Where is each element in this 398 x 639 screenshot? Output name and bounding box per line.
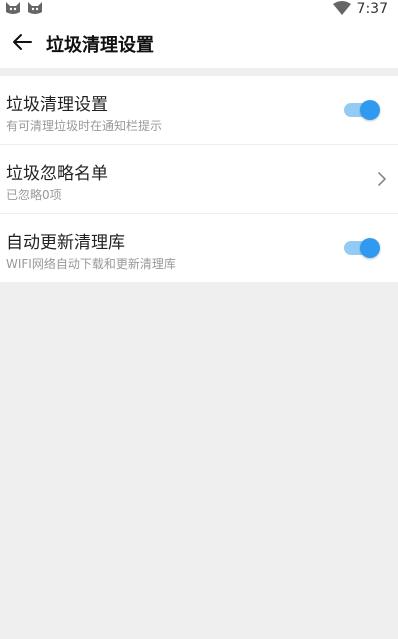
auto-update-toggle[interactable] (344, 238, 380, 258)
section-divider (0, 68, 398, 76)
setting-row-ignore-list[interactable]: 垃圾忽略名单 已忽略0项 (0, 145, 398, 214)
setting-title: 垃圾忽略名单 (6, 164, 108, 184)
status-time: 7:37 (356, 1, 388, 17)
page-title: 垃圾清理设置 (46, 35, 154, 56)
back-button[interactable] (2, 20, 42, 68)
setting-row-junk-clean-notify[interactable]: 垃圾清理设置 有可清理垃圾时在通知栏提示 (0, 76, 398, 145)
cat-notification-icon (4, 0, 22, 20)
settings-list: 垃圾清理设置 有可清理垃圾时在通知栏提示 垃圾忽略名单 已忽略0项 自动更新清理… (0, 76, 398, 282)
setting-subtitle: WIFI网络自动下载和更新清理库 (6, 257, 176, 271)
toggle-thumb (360, 238, 380, 258)
wifi-icon (332, 0, 351, 19)
notify-toggle[interactable] (344, 100, 380, 120)
setting-title: 垃圾清理设置 (6, 95, 108, 115)
status-bar: 7:37 (0, 0, 398, 20)
arrow-left-icon (12, 33, 32, 55)
setting-subtitle: 有可清理垃圾时在通知栏提示 (6, 119, 163, 133)
cat-notification-icon (26, 0, 44, 20)
toggle-thumb (360, 100, 380, 120)
setting-row-auto-update[interactable]: 自动更新清理库 WIFI网络自动下载和更新清理库 (0, 214, 398, 282)
setting-title: 自动更新清理库 (6, 233, 125, 253)
chevron-right-icon (376, 169, 388, 189)
app-bar: 垃圾清理设置 (0, 20, 398, 68)
setting-subtitle: 已忽略0项 (6, 188, 62, 202)
